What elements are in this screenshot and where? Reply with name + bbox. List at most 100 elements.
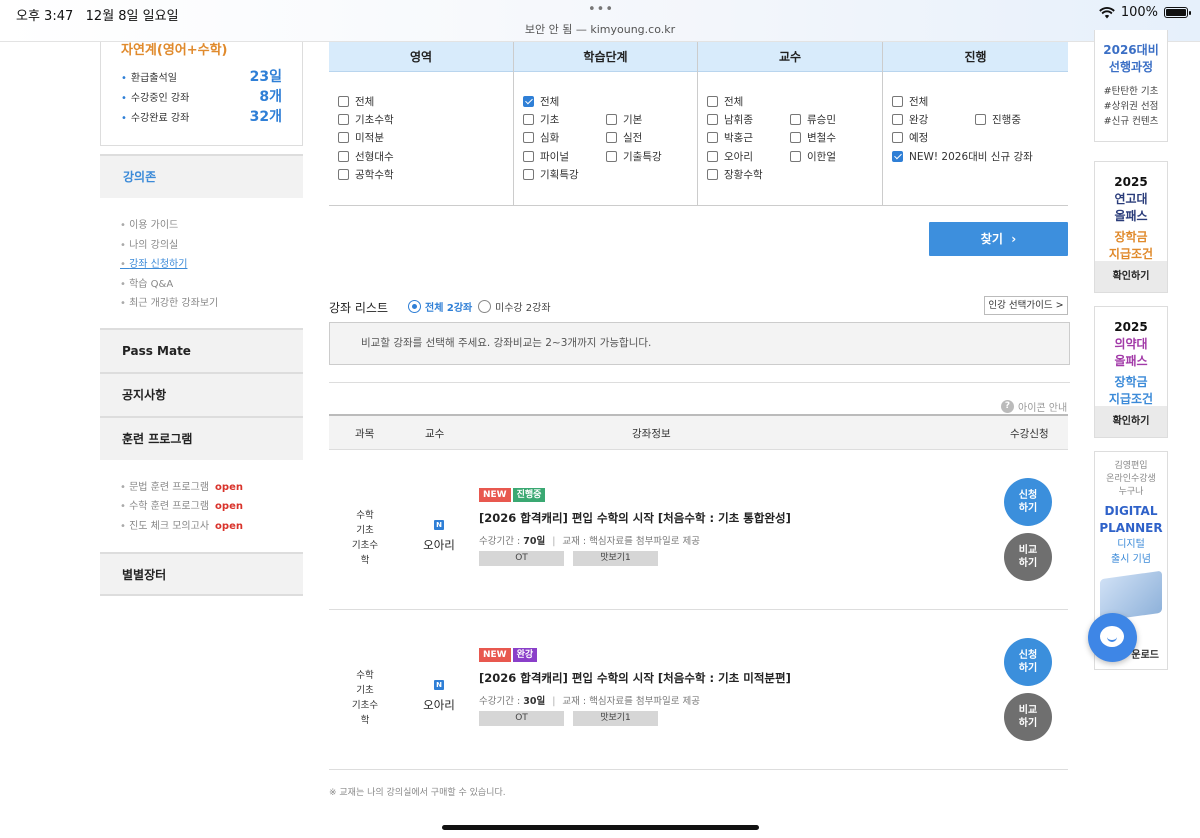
address-bar[interactable]: 보안 안 됨 — kimyoung.co.kr: [0, 21, 1200, 37]
row-professor[interactable]: N 오아리: [419, 672, 459, 713]
filter-area-engineering-math[interactable]: 공학수학: [338, 167, 394, 182]
course-meta: 수강기간 : 70일 | 교재 : 핵심자료를 첨부파일로 제공: [479, 536, 701, 547]
stat-row-refund-days: 환급출석일 23일: [121, 66, 282, 86]
filter-prof-3[interactable]: 오아리: [707, 149, 753, 164]
filter-area-calculus[interactable]: 미적분: [338, 130, 384, 145]
banner-2026-advance[interactable]: 2026대비 선행과정 #탄탄한 기초 #상위권 선점 #신규 컨텐츠: [1094, 30, 1168, 142]
footnote: ※ 교재는 나의 강의실에서 구매할 수 있습니다.: [329, 788, 506, 798]
table-row: 수학 기초 기초수학 N 오아리 NEW 진행중 [2026 합격캐리] 편입 수학…: [329, 450, 1068, 610]
filter-stage-practical[interactable]: 실전: [606, 130, 642, 145]
filter-stage-all[interactable]: 전체: [523, 94, 559, 109]
question-icon: ?: [1001, 400, 1014, 413]
link-my-classroom[interactable]: 나의 강의실: [120, 236, 283, 256]
more-dots-icon[interactable]: •••: [588, 2, 614, 17]
row-subject: 수학 기초 기초수학: [351, 510, 379, 566]
filter-prof-6[interactable]: 변철수: [790, 130, 836, 145]
home-indicator: [442, 825, 759, 830]
stats-title: 자연계(영어+수학): [121, 43, 228, 58]
filter-status-new-2026[interactable]: NEW! 2026대비 신규 강좌: [892, 149, 1033, 164]
filter-status-in-progress[interactable]: 진행중: [975, 112, 1021, 127]
new-badge: NEW: [479, 488, 511, 502]
filter-prof-7[interactable]: 이한얼: [790, 149, 836, 164]
status-badge: 진행중: [512, 488, 546, 502]
lecture-links: 이용 가이드 나의 강의실 강좌 신청하기 학습 Q&A 최근 개강한 강좌보기: [100, 198, 303, 328]
sidebar-market[interactable]: 별별장터: [100, 552, 303, 596]
row-badges: NEW 진행중: [479, 488, 546, 502]
radio-all-courses[interactable]: 전체 2강좌: [408, 299, 472, 314]
search-button[interactable]: 찾기 ›: [929, 222, 1068, 256]
table-header: 과목 교수 강좌정보 수강신청: [329, 414, 1068, 450]
sidebar-training[interactable]: 훈련 프로그램: [100, 415, 303, 460]
link-qna[interactable]: 학습 Q&A: [120, 275, 283, 295]
compare-button[interactable]: 비교 하기: [1004, 693, 1052, 741]
sidebar-pass-mate[interactable]: Pass Mate: [100, 327, 303, 372]
filter-stage: 학습단계 전체 기초 심화 파이널 기획특강 기본 실전 기출특강: [514, 42, 698, 205]
banner-yonsei-korea-allpass[interactable]: 2025 연고대 올패스 장학금 지급조건 확인하기: [1094, 161, 1168, 293]
course-filter: 영역 전체 기초수학 미적분 선형대수 공학수학 학습단계 전체 기초 심화 파…: [329, 42, 1068, 206]
filter-area-all[interactable]: 전체: [338, 94, 374, 109]
filter-stage-fundamental[interactable]: 기본: [606, 112, 642, 127]
col-apply: 수강신청: [1010, 428, 1049, 440]
filter-professor: 교수 전체 남휘종 박홍근 오아리 장황수학 류승민 변철수 이한얼: [698, 42, 883, 205]
banner-medical-allpass[interactable]: 2025 의약대 올패스 장학금 지급조건 확인하기: [1094, 306, 1168, 438]
wifi-icon: [1099, 6, 1115, 18]
apply-button[interactable]: 신청 하기: [1004, 638, 1052, 686]
link-math-training[interactable]: 수학 훈련 프로그램open: [120, 497, 283, 517]
row-subject: 수학 기초 기초수학: [351, 670, 379, 726]
chat-icon[interactable]: [1088, 613, 1137, 662]
compare-button[interactable]: 비교 하기: [1004, 533, 1052, 581]
filter-area: 영역 전체 기초수학 미적분 선형대수 공학수학: [329, 42, 514, 205]
preview-button[interactable]: 맛보기1: [573, 551, 658, 566]
filter-stage-special[interactable]: 기획특강: [523, 167, 579, 182]
confirm-button[interactable]: 확인하기: [1095, 406, 1167, 437]
filter-prof-5[interactable]: 류승민: [790, 112, 836, 127]
training-links: 문법 훈련 프로그램open 수학 훈련 프로그램open 진도 체크 모의고사…: [100, 460, 303, 553]
filter-prof-all[interactable]: 전체: [707, 94, 743, 109]
chevron-right-icon: ›: [1007, 232, 1017, 246]
filter-prof-1[interactable]: 남휘종: [707, 112, 753, 127]
attendance-summary: 자연계(영어+수학) 환급출석일 23일 수강중인 강좌 8개 수강완료 강좌 …: [100, 42, 303, 146]
confirm-button[interactable]: 확인하기: [1095, 261, 1167, 292]
new-n-icon: N: [434, 680, 444, 690]
col-course-info: 강좌정보: [632, 428, 671, 440]
preview-button[interactable]: 맛보기1: [573, 711, 658, 726]
radio-not-taken[interactable]: 미수강 2강좌: [478, 299, 551, 314]
apply-button[interactable]: 신청 하기: [1004, 478, 1052, 526]
filter-stage-past-exam[interactable]: 기출특강: [606, 149, 662, 164]
sidebar-lecture-zone[interactable]: 강의존: [100, 154, 303, 198]
course-title[interactable]: [2026 합격캐리] 편입 수학의 시작 [처음수학 : 기초 미적분편]: [479, 670, 791, 686]
compare-message: 비교할 강좌를 선택해 주세요. 강좌비교는 2~3개까지 가능합니다.: [329, 322, 1070, 365]
filter-stage-advanced[interactable]: 심화: [523, 130, 559, 145]
filter-status-scheduled[interactable]: 예정: [892, 130, 928, 145]
new-n-icon: N: [434, 520, 444, 530]
filter-stage-basic[interactable]: 기초: [523, 112, 559, 127]
course-title[interactable]: [2026 합격캐리] 편입 수학의 시작 [처음수학 : 기초 통합완성]: [479, 510, 791, 526]
filter-stage-final[interactable]: 파이널: [523, 149, 569, 164]
row-badges: NEW 완강: [479, 648, 538, 662]
link-mock-test[interactable]: 진도 체크 모의고사open: [120, 517, 283, 537]
ot-button[interactable]: OT: [479, 711, 564, 726]
link-recent-courses[interactable]: 최근 개강한 강좌보기: [120, 294, 283, 314]
status-indicators: 100%: [1099, 5, 1191, 20]
filter-status: 진행 전체 완강 예정 NEW! 2026대비 신규 강좌 진행중: [883, 42, 1068, 205]
divider: [329, 382, 1070, 383]
filter-status-all[interactable]: 전체: [892, 94, 928, 109]
status-bar: 오후 3:47 12월 8일 일요일 ••• 보안 안 됨 — kimyoung…: [0, 0, 1200, 42]
filter-prof-2[interactable]: 박홍근: [707, 130, 753, 145]
battery-percent: 100%: [1120, 5, 1158, 20]
filter-prof-4[interactable]: 장황수학: [707, 167, 763, 182]
link-grammar-training[interactable]: 문법 훈련 프로그램open: [120, 478, 283, 498]
filter-area-basic-math[interactable]: 기초수학: [338, 112, 394, 127]
row-professor[interactable]: N 오아리: [419, 512, 459, 553]
ot-button[interactable]: OT: [479, 551, 564, 566]
table-row: 수학 기초 기초수학 N 오아리 NEW 완강 [2026 합격캐리] 편입 수학의…: [329, 610, 1068, 770]
link-course-apply[interactable]: 강좌 신청하기: [120, 255, 283, 275]
link-usage-guide[interactable]: 이용 가이드: [120, 216, 283, 236]
sidebar-notice[interactable]: 공지사항: [100, 371, 303, 416]
filter-area-linear-algebra[interactable]: 선형대수: [338, 149, 394, 164]
stat-row-completed: 수강완료 강좌 32개: [121, 106, 282, 126]
icon-guide-link[interactable]: ? 아이콘 안내: [1001, 399, 1067, 414]
filter-status-completed[interactable]: 완강: [892, 112, 928, 127]
course-guide-button[interactable]: 인강 선택가이드 >: [984, 296, 1068, 315]
status-badge: 완강: [512, 648, 538, 662]
